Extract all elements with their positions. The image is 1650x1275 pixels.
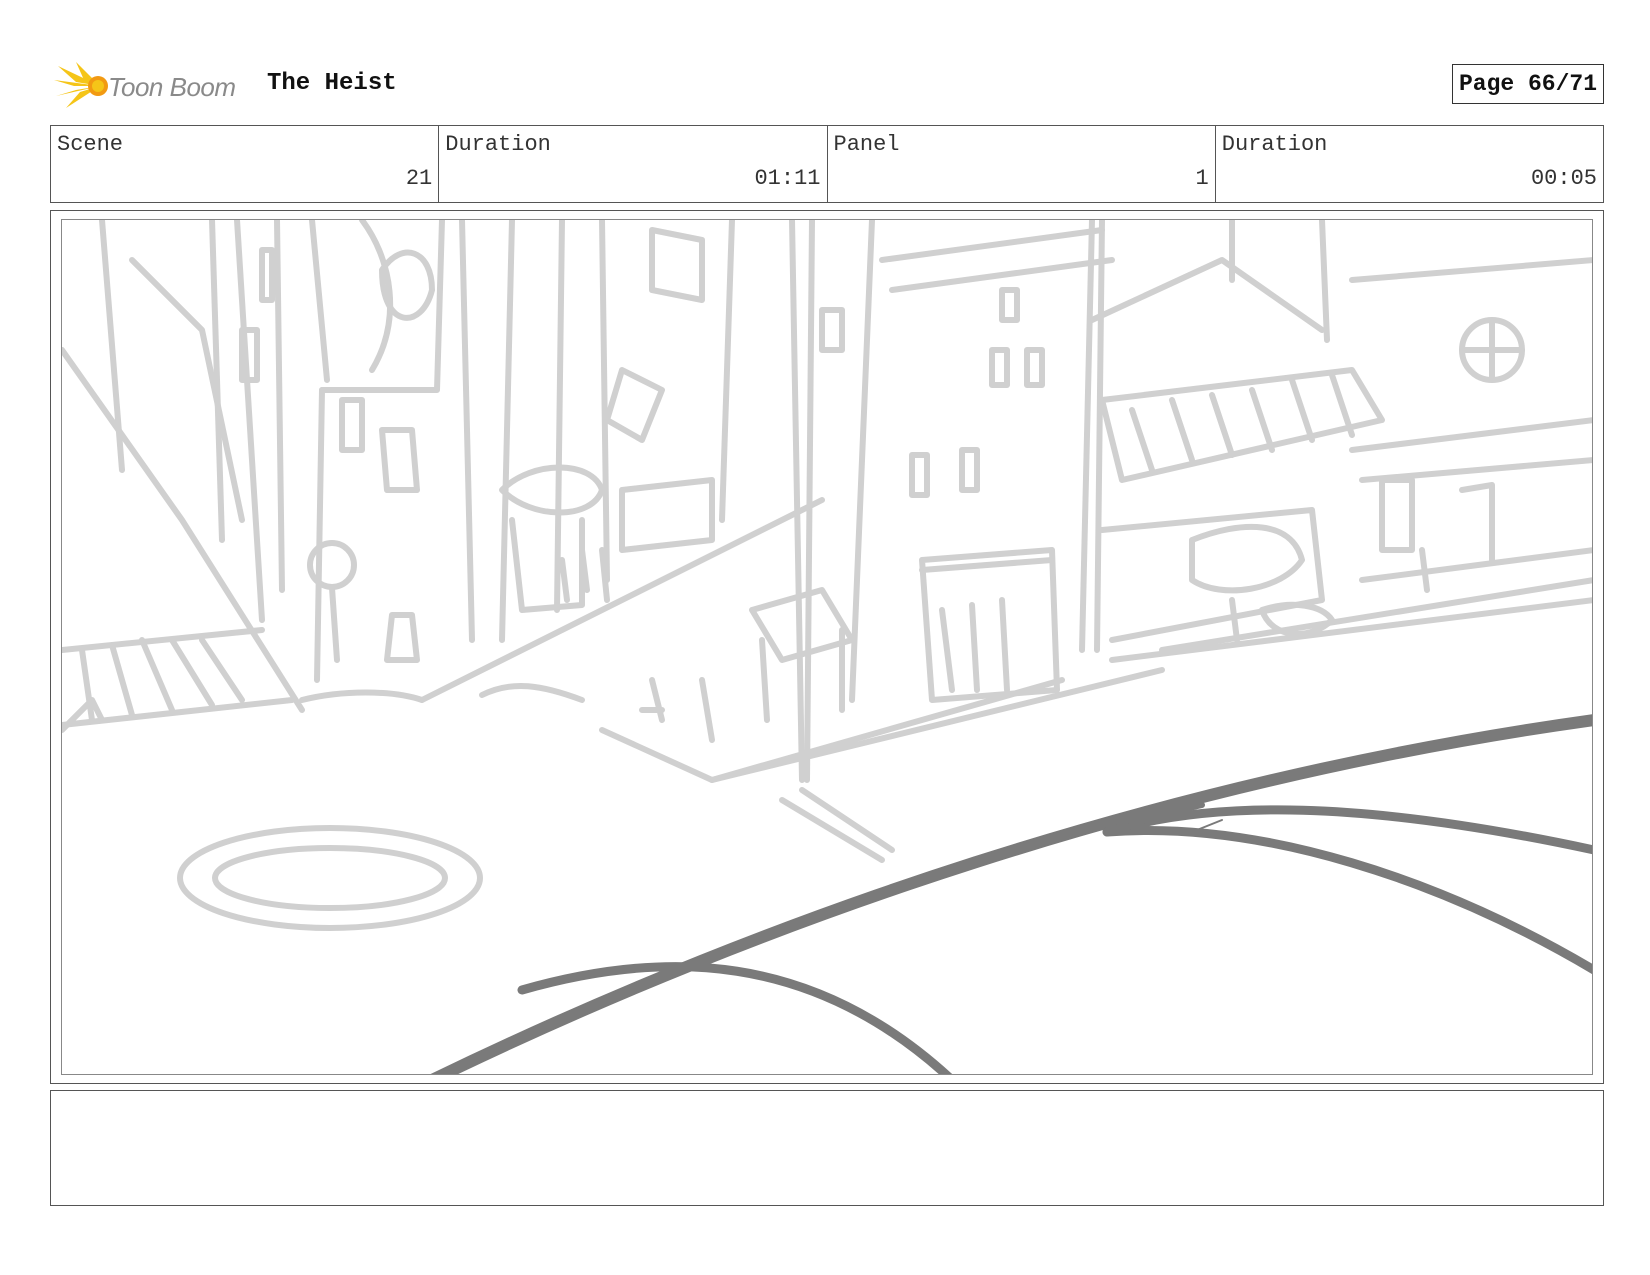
panel-value: 1 [1195,166,1209,191]
logo-text: Toon Boom [108,72,236,102]
scene-duration-value: 01:11 [754,166,821,191]
storyboard-panel [50,210,1604,1084]
page-header: Toon Boom The Heist Page 66/71 [54,56,1604,116]
scene-cell: Scene 21 [51,126,440,202]
project-title: The Heist [267,70,397,97]
panel-duration-cell: Duration 00:05 [1216,126,1603,202]
scene-value: 21 [405,166,433,191]
sketch-drawing [62,220,1592,1074]
panel-drawing-area [61,219,1593,1075]
scene-duration-cell: Duration 01:11 [439,126,828,202]
scene-info-table: Scene 21 Duration 01:11 Panel 1 Duration… [50,125,1604,203]
scene-label: Scene [57,132,124,157]
panel-duration-value: 00:05 [1530,166,1597,191]
panel-label: Panel [833,132,900,157]
panel-cell: Panel 1 [828,126,1216,202]
sunburst-icon [54,62,108,108]
panel-duration-label: Duration [1221,132,1328,157]
page-number: Page 66/71 [1451,64,1604,104]
foreground-sketch [430,714,1592,1074]
toon-boom-logo: Toon Boom [54,60,250,112]
background-sketch [62,220,1592,931]
scene-duration-label: Duration [445,132,551,157]
panel-notes-box [50,1090,1604,1206]
